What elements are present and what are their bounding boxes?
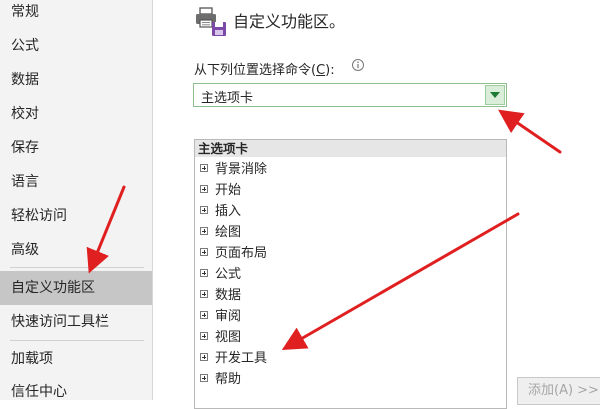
nav-item-add-ins[interactable]: 加载项: [0, 342, 152, 376]
info-icon[interactable]: [351, 58, 365, 72]
nav-item-save[interactable]: 保存: [0, 131, 152, 165]
choose-commands-label: 从下列位置选择命令(C):: [194, 59, 335, 78]
tree-item-home[interactable]: 开始: [200, 180, 241, 201]
nav-item-general[interactable]: 常规: [0, 0, 152, 29]
commands-dropdown-value: 主选项卡: [201, 91, 254, 106]
commands-dropdown[interactable]: 主选项卡: [193, 83, 507, 107]
tree-group-header: 主选项卡: [195, 140, 506, 157]
choose-commands-label-suffix: ):: [325, 63, 335, 78]
nav-divider: [10, 340, 144, 341]
tree-item-review[interactable]: 审阅: [200, 306, 241, 327]
tree-item-developer[interactable]: 开发工具: [200, 348, 267, 369]
tree-item-insert[interactable]: 插入: [200, 201, 241, 222]
expand-plus-icon[interactable]: [200, 331, 208, 340]
choose-commands-label-text: 从下列位置选择命令(: [194, 63, 317, 78]
nav-item-trust-center[interactable]: 信任中心: [0, 375, 152, 409]
nav-item-quick-access-toolbar[interactable]: 快速访问工具栏: [0, 305, 152, 339]
tree-item-label: 插入: [215, 204, 242, 219]
tree-item-label: 视图: [215, 330, 242, 345]
tree-item-data[interactable]: 数据: [200, 285, 241, 306]
expand-plus-icon[interactable]: [200, 247, 208, 256]
tree-item-formulas[interactable]: 公式: [200, 264, 241, 285]
tree-item-label: 数据: [215, 288, 242, 303]
nav-item-data[interactable]: 数据: [0, 63, 152, 97]
nav-item-customize-ribbon[interactable]: 自定义功能区: [0, 271, 152, 305]
expand-plus-icon[interactable]: [200, 352, 208, 361]
tree-item-label: 帮助: [215, 372, 242, 387]
arrow-to-dropdown: [498, 109, 562, 154]
expand-plus-icon[interactable]: [200, 310, 208, 319]
nav-item-language[interactable]: 语言: [0, 165, 152, 199]
tree-item-page-layout[interactable]: 页面布局: [200, 243, 267, 264]
choose-commands-accelerator: C: [316, 63, 326, 78]
tree-item-help[interactable]: 帮助: [200, 369, 241, 390]
tree-item-view[interactable]: 视图: [200, 327, 241, 348]
expand-plus-icon[interactable]: [200, 184, 208, 193]
expand-plus-icon[interactable]: [200, 268, 208, 277]
expand-plus-icon[interactable]: [200, 163, 208, 172]
nav-divider: [10, 267, 144, 268]
tree-item-label: 背景消除: [215, 162, 268, 177]
tree-item-label: 绘图: [215, 225, 242, 240]
tree-item-label: 公式: [215, 267, 242, 282]
expand-plus-icon[interactable]: [200, 226, 208, 235]
commands-tree[interactable]: 主选项卡 背景消除 开始 插入 绘图 页面布局 公式 数据 审阅 视图 开发工具…: [194, 139, 507, 409]
expand-plus-icon[interactable]: [200, 373, 208, 382]
expand-plus-icon[interactable]: [200, 289, 208, 298]
tree-item-draw[interactable]: 绘图: [200, 222, 241, 243]
ribbon-customize-icon: [196, 7, 226, 36]
options-nav: 常规 公式 数据 校对 保存 语言 轻松访问 高级 自定义功能区 快速访问工具栏…: [0, 0, 153, 400]
tree-item-label: 页面布局: [215, 246, 268, 261]
expand-plus-icon[interactable]: [200, 205, 208, 214]
tree-item-background-removal[interactable]: 背景消除: [200, 159, 267, 180]
tree-item-label: 开始: [215, 183, 242, 198]
nav-item-formulas[interactable]: 公式: [0, 29, 152, 63]
add-button[interactable]: 添加(A) >>: [517, 377, 600, 405]
nav-item-advanced[interactable]: 高级: [0, 233, 152, 267]
chevron-down-icon: [490, 92, 500, 98]
nav-item-proofing[interactable]: 校对: [0, 97, 152, 131]
page-title: 自定义功能区。: [233, 12, 346, 31]
tree-item-label: 开发工具: [215, 351, 268, 366]
tree-item-label: 审阅: [215, 309, 242, 324]
nav-item-accessibility[interactable]: 轻松访问: [0, 199, 152, 233]
dropdown-button[interactable]: [485, 85, 505, 105]
